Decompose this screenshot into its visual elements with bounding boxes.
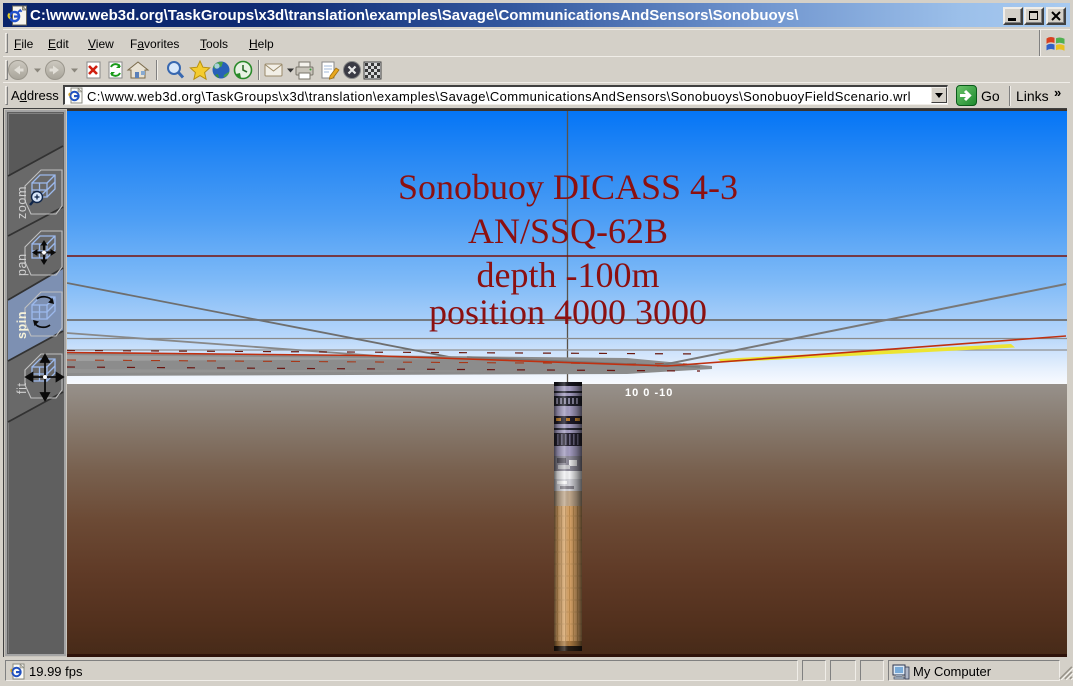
svg-text:fit: fit (15, 382, 29, 394)
svg-text:spin: spin (15, 311, 29, 339)
svg-text:pan: pan (15, 253, 29, 276)
svg-text:zoom: zoom (15, 186, 29, 219)
